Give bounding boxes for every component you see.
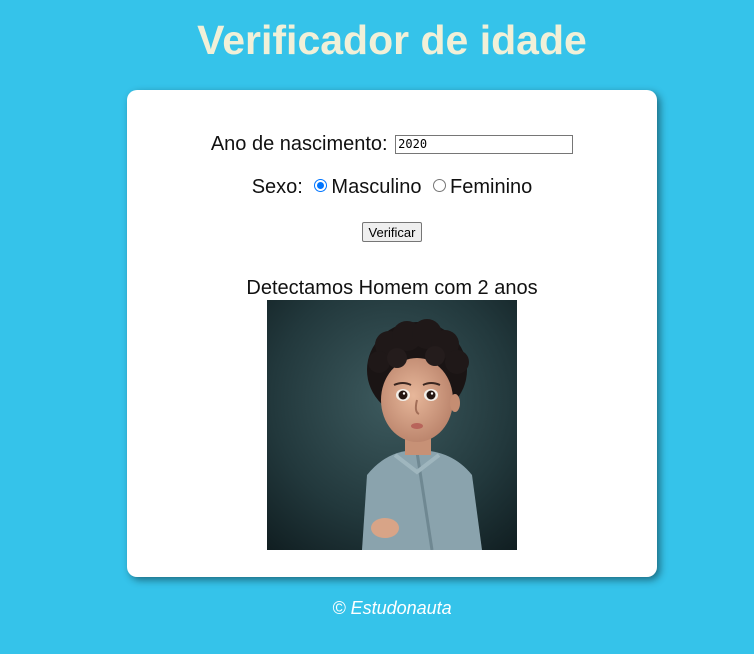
page-title: Verificador de idade xyxy=(197,17,587,63)
birth-year-input[interactable] xyxy=(395,134,574,154)
verify-button-wrapper: Verificar xyxy=(127,222,657,242)
sex-label: Sexo: xyxy=(251,176,303,198)
radio-feminino-label[interactable]: Feminino xyxy=(450,176,532,198)
footer-copyright: © Estudonauta xyxy=(332,598,452,618)
verify-button[interactable]: Verificar xyxy=(361,222,423,242)
radio-masculino[interactable] xyxy=(314,179,328,192)
radio-masculino-label[interactable]: Masculino xyxy=(331,176,421,198)
birth-year-row: Ano de nascimento: xyxy=(127,132,657,156)
result-text: Detectamos Homem com 2 anos xyxy=(246,277,538,299)
sex-row: Sexo: Masculino Feminino xyxy=(127,175,657,199)
birth-year-label: Ano de nascimento: xyxy=(210,133,388,155)
radio-feminino[interactable] xyxy=(433,179,447,192)
child-photo xyxy=(267,300,517,550)
form-card: Ano de nascimento: Sexo: Masculino Femin… xyxy=(127,90,657,577)
child-photo-illustration xyxy=(267,300,517,550)
